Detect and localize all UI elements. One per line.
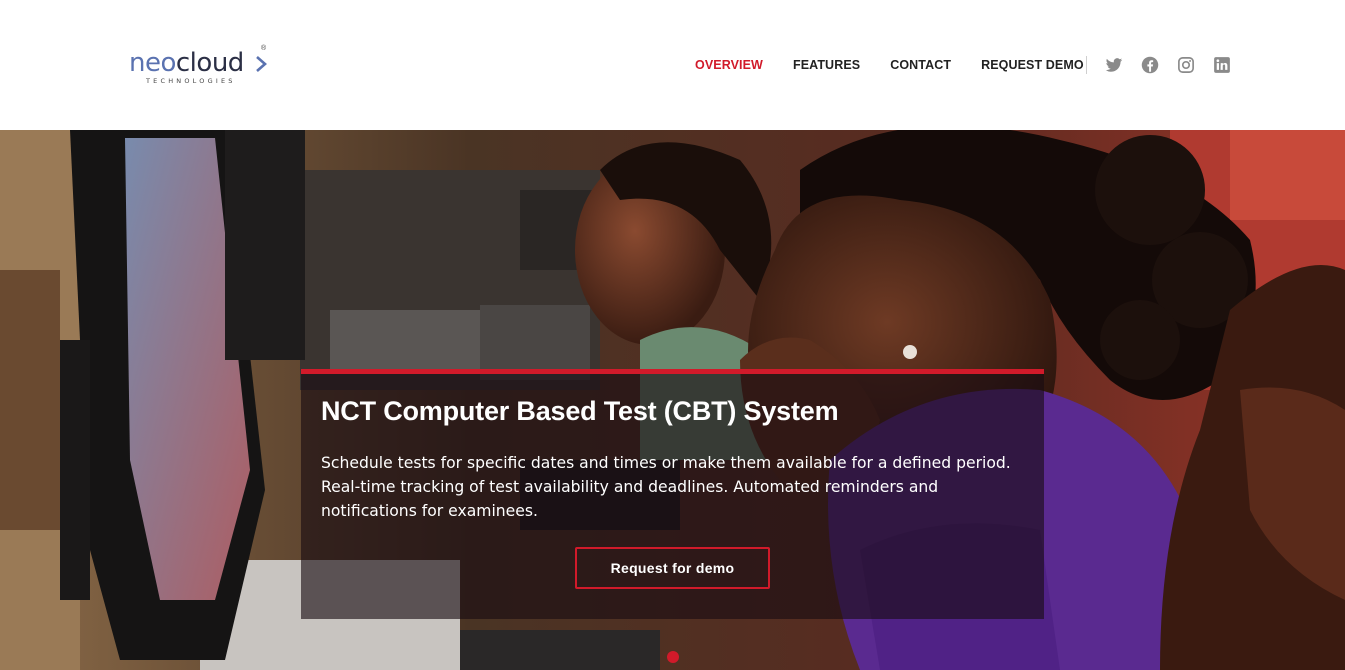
nav-item-request-demo[interactable]: REQUEST DEMO [981,58,1084,72]
nav-item-overview[interactable]: OVERVIEW [695,58,763,72]
logo-registered-mark: ® [261,45,267,52]
logo-cloud-text: cloud [175,48,244,78]
instagram-icon[interactable] [1177,56,1195,74]
request-demo-button[interactable]: Request for demo [575,547,770,589]
nav-item-contact[interactable]: CONTACT [890,58,951,72]
twitter-icon[interactable] [1105,56,1123,74]
logo-chevron-icon [256,56,267,72]
logo-neo-text: neo [129,48,176,78]
nav-item-features[interactable]: FEATURES [793,58,860,72]
hero-section: NCT Computer Based Test (CBT) System Sch… [0,130,1345,670]
hero-description: Schedule tests for specific dates and ti… [321,454,1011,520]
hero-title: NCT Computer Based Test (CBT) System [321,396,839,426]
logo[interactable]: neocloud ® TECHNOLOGIES [129,45,279,90]
logo-subtitle: TECHNOLOGIES [146,77,236,85]
site-header: neocloud ® TECHNOLOGIES OVERVIEW FEATURE… [0,0,1345,130]
main-nav: OVERVIEW FEATURES CONTACT REQUEST DEMO [695,57,1084,73]
hero-accent-bar [301,369,1044,374]
nav-divider [1086,56,1087,74]
slider-dot-active[interactable] [667,651,679,663]
linkedin-icon[interactable] [1213,56,1231,74]
facebook-icon[interactable] [1141,56,1159,74]
hero-caption-panel: NCT Computer Based Test (CBT) System Sch… [301,369,1044,619]
logo-wordmark: neocloud [129,46,244,80]
